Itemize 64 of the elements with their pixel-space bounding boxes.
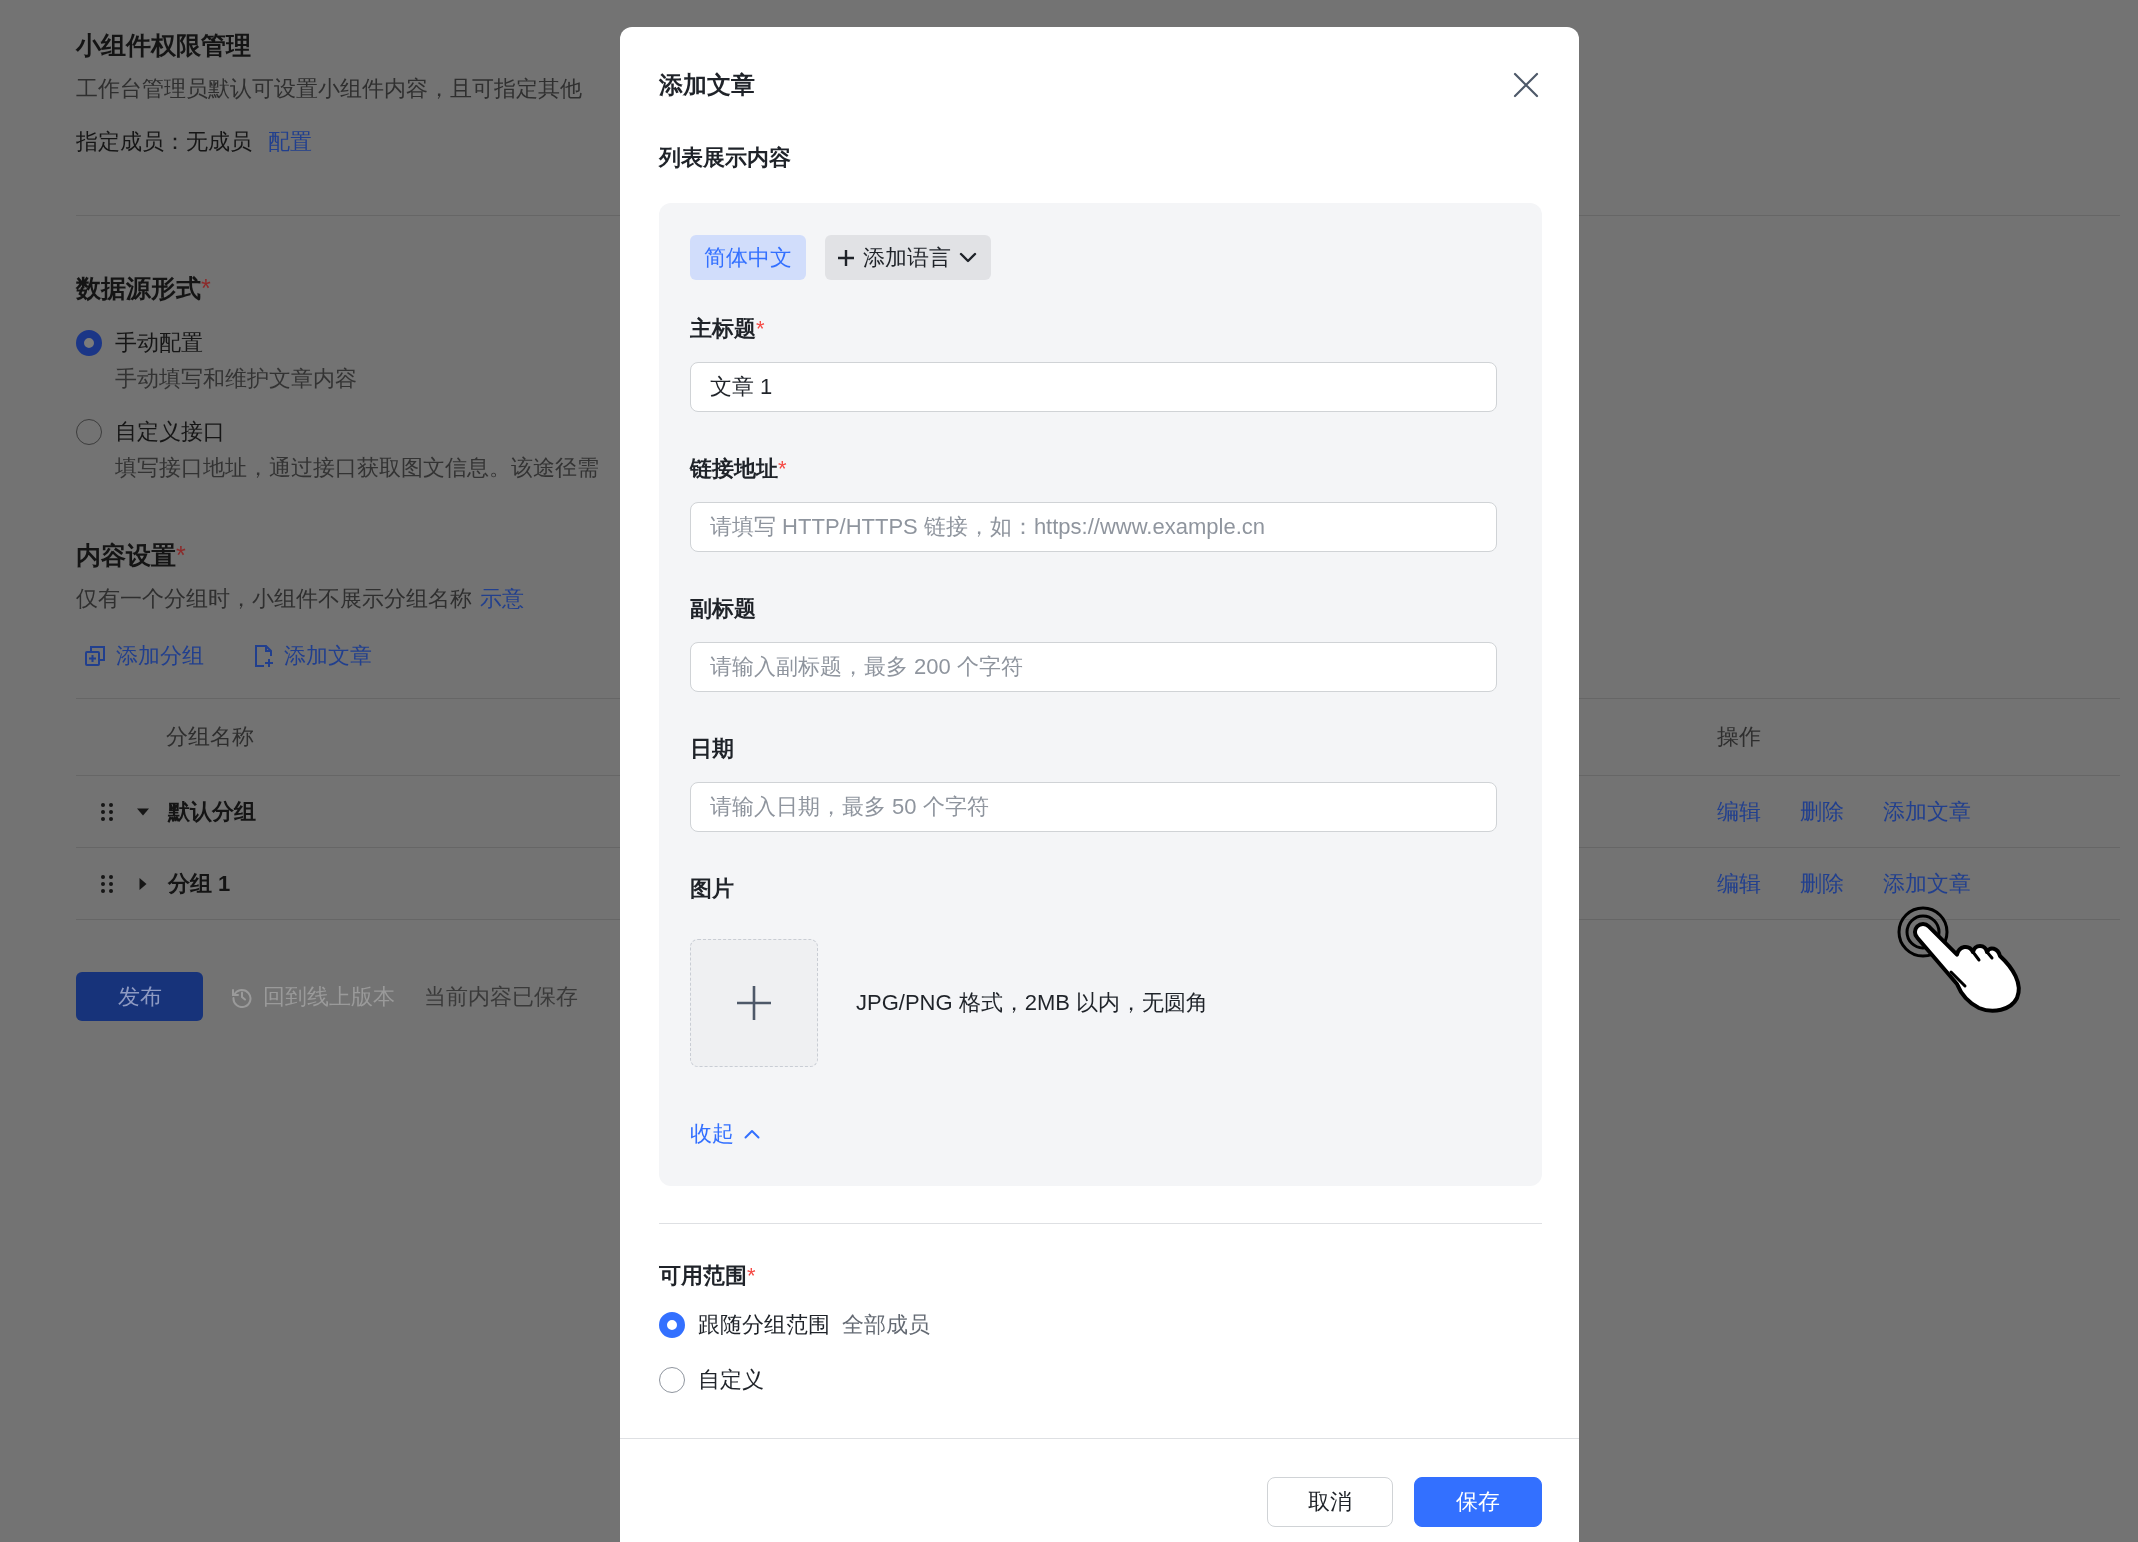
save-button[interactable]: 保存 (1414, 1477, 1542, 1527)
required-asterisk: * (778, 455, 787, 483)
example-link[interactable]: 示意 (480, 584, 524, 614)
required-asterisk: * (176, 540, 186, 571)
save-status: 当前内容已保存 (424, 982, 578, 1011)
chevron-down-icon (959, 252, 977, 263)
text-input-field[interactable]: 文章 1 (690, 362, 1497, 412)
row-action-link[interactable]: 编辑 (1717, 796, 1761, 827)
collapse-link[interactable]: 收起 (690, 1119, 760, 1149)
option-hint: 填写接口地址，通过接口获取图文信息。该途径需 (115, 454, 599, 482)
option-label: 手动配置 (115, 329, 203, 357)
option-hint: 手动填写和维护文章内容 (115, 365, 357, 393)
row-action-link[interactable]: 删除 (1800, 796, 1844, 827)
option-label: 自定义接口 (115, 418, 225, 446)
required-asterisk: * (747, 1262, 756, 1290)
content-note: 仅有一个分组时，小组件不展示分组名称 (76, 585, 472, 613)
page-title: 小组件权限管理 (76, 30, 251, 61)
group-name: 默认分组 (168, 797, 256, 826)
language-tab[interactable]: 简体中文 (690, 235, 806, 280)
chevron-up-icon (744, 1129, 760, 1139)
field-label: 链接地址 (690, 455, 778, 483)
configure-link[interactable]: 配置 (268, 127, 312, 157)
text-input-field[interactable]: 请填写 HTTP/HTTPS 链接，如：https://www.example.cn (690, 502, 1497, 552)
column-header: 分组名称 (166, 723, 254, 751)
radio-button[interactable] (76, 330, 102, 356)
option-label: 跟随分组范围 (698, 1311, 830, 1339)
drag-handle-icon[interactable] (101, 802, 113, 821)
row-action-link[interactable]: 添加文章 (1883, 868, 1971, 899)
row-action-link[interactable]: 编辑 (1717, 868, 1761, 899)
column-header: 操作 (1717, 723, 1761, 751)
dialog-title: 添加文章 (659, 70, 755, 100)
row-action-link[interactable]: 添加文章 (1883, 796, 1971, 827)
field-label: 图片 (690, 875, 734, 903)
upload-hint: JPG/PNG 格式，2MB 以内，无圆角 (856, 989, 1209, 1017)
field-label: 副标题 (690, 595, 756, 623)
option-label: 自定义 (698, 1366, 764, 1394)
required-asterisk: * (201, 273, 211, 304)
radio-button[interactable] (659, 1312, 685, 1338)
field-label: 主标题 (690, 315, 756, 343)
close-icon[interactable] (1513, 72, 1539, 98)
field-label: 日期 (690, 735, 734, 763)
page-description: 工作台管理员默认可设置小组件内容，且可指定其他 (76, 75, 582, 103)
add-language-button[interactable]: 添加语言 (825, 235, 991, 280)
row-action-link[interactable]: 删除 (1800, 868, 1844, 899)
section-heading: 数据源形式 (76, 273, 201, 304)
cancel-button[interactable]: 取消 (1267, 1477, 1393, 1527)
add-group-icon (84, 645, 106, 667)
plus-icon (736, 985, 772, 1021)
group-name: 分组 1 (168, 869, 231, 898)
add-article-button[interactable]: 添加文章 (254, 641, 372, 671)
field-label: 可用范围 (659, 1262, 747, 1290)
members-text: 指定成员：无成员 (76, 128, 252, 156)
add-article-icon (254, 644, 274, 668)
section-title: 列表展示内容 (659, 144, 791, 172)
text-input-field[interactable]: 请输入日期，最多 50 个字符 (690, 782, 1497, 832)
radio-button[interactable] (659, 1367, 685, 1393)
add-group-button[interactable]: 添加分组 (84, 641, 204, 671)
required-asterisk: * (756, 315, 765, 343)
text-input-field[interactable]: 请输入副标题，最多 200 个字符 (690, 642, 1497, 692)
section-heading: 内容设置 (76, 540, 176, 571)
plus-icon (837, 248, 855, 267)
publish-button[interactable]: 发布 (76, 972, 203, 1021)
drag-handle-icon[interactable] (101, 874, 113, 893)
option-note: 全部成员 (842, 1311, 930, 1339)
